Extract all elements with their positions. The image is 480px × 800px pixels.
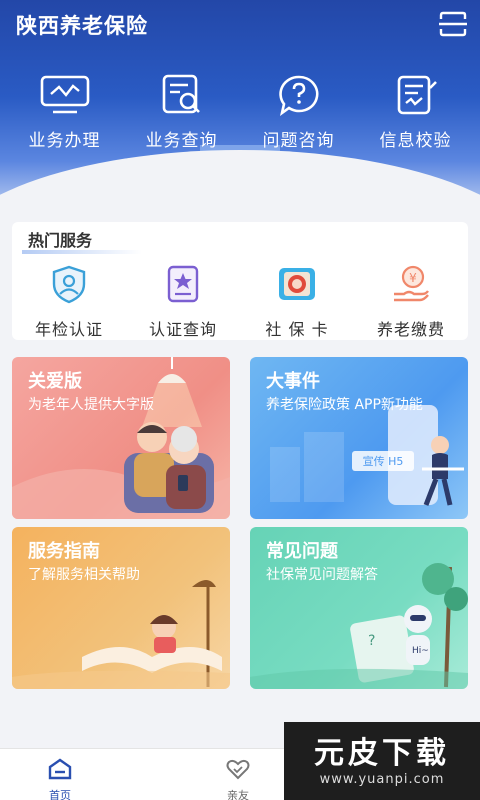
- card-service-guide[interactable]: 服务指南 了解服务相关帮助: [12, 527, 230, 689]
- card-title: 关爱版: [28, 371, 82, 392]
- quick-action-label: 问题咨询: [262, 131, 335, 151]
- card-subtitle: 社保常见问题解答: [266, 567, 378, 583]
- tab-label: 首页: [49, 789, 71, 800]
- tab-relatives[interactable]: 亲友: [178, 749, 298, 800]
- tab-label: 亲友: [227, 789, 249, 800]
- quick-action-business[interactable]: 业务办理: [7, 74, 122, 151]
- svg-text:¥: ¥: [409, 271, 417, 285]
- face-shield-icon: [52, 265, 86, 304]
- card-title: 大事件: [266, 371, 320, 392]
- card-faq[interactable]: ? Hi~ 常见问题 社保常见问题解答: [250, 527, 468, 689]
- quick-actions: 业务办理 业务查询 问题咨询 信息校验: [0, 74, 480, 151]
- app-title: 陕西养老保险: [16, 14, 148, 38]
- star-card-icon: [167, 265, 199, 303]
- quick-action-verify[interactable]: 信息校验: [358, 74, 473, 151]
- hot-service-label: 社 保 卡: [265, 320, 329, 339]
- card-subtitle: 为老年人提供大字版: [28, 397, 154, 413]
- hand-coin-icon: ¥: [394, 265, 429, 302]
- hot-service-label: 年检认证: [34, 320, 103, 339]
- home-icon: [48, 758, 72, 780]
- social-card-icon: [279, 268, 315, 300]
- tab-home[interactable]: 首页: [0, 749, 120, 800]
- card-big-events[interactable]: 宣传 H5 大事件 养老保险政策 APP新功能: [250, 357, 468, 519]
- document-search-icon: [162, 74, 200, 114]
- card-title: 常见问题: [266, 541, 338, 562]
- svg-text:?: ?: [368, 633, 375, 649]
- hot-services-row: 年检认证 认证查询 社 保 卡 ¥ 养老缴费: [12, 264, 468, 340]
- watermark-brand: 元皮下载: [314, 736, 450, 771]
- hot-service-annual-auth[interactable]: 年检认证: [12, 264, 126, 340]
- quick-action-label: 业务查询: [145, 131, 218, 151]
- quick-action-query[interactable]: 业务查询: [124, 74, 239, 151]
- promo-badge-text: 宣传 H5: [363, 454, 404, 468]
- hot-service-social-card[interactable]: 社 保 卡: [240, 264, 354, 340]
- scan-icon[interactable]: [438, 10, 468, 38]
- svg-text:Hi~: Hi~: [412, 646, 429, 656]
- watermark-logo: 元皮下载 www.yuanpi.com: [284, 722, 480, 800]
- quick-action-label: 信息校验: [379, 131, 452, 151]
- card-care-edition[interactable]: 关爱版 为老年人提供大字版: [12, 357, 230, 519]
- watermark-url: www.yuanpi.com: [319, 772, 445, 787]
- hot-services-panel: 热门服务 年检认证 认证查询 社 保 卡 ¥ 养老缴费: [12, 222, 468, 340]
- hot-service-auth-query[interactable]: 认证查询: [126, 264, 240, 340]
- hot-service-pension-pay[interactable]: ¥ 养老缴费: [354, 264, 468, 340]
- checklist-icon: [397, 75, 437, 115]
- quick-action-consult[interactable]: 问题咨询: [241, 74, 356, 151]
- hot-services-title: 热门服务: [28, 231, 93, 250]
- question-bubble-icon: [278, 75, 318, 117]
- monitor-chart-icon: [40, 75, 89, 114]
- quick-action-label: 业务办理: [28, 131, 101, 151]
- card-subtitle: 了解服务相关帮助: [28, 567, 140, 583]
- hot-service-label: 认证查询: [148, 320, 217, 339]
- heart-icon: [226, 759, 250, 780]
- card-subtitle: 养老保险政策 APP新功能: [266, 397, 423, 413]
- card-title: 服务指南: [28, 541, 100, 562]
- hot-service-label: 养老缴费: [376, 320, 445, 339]
